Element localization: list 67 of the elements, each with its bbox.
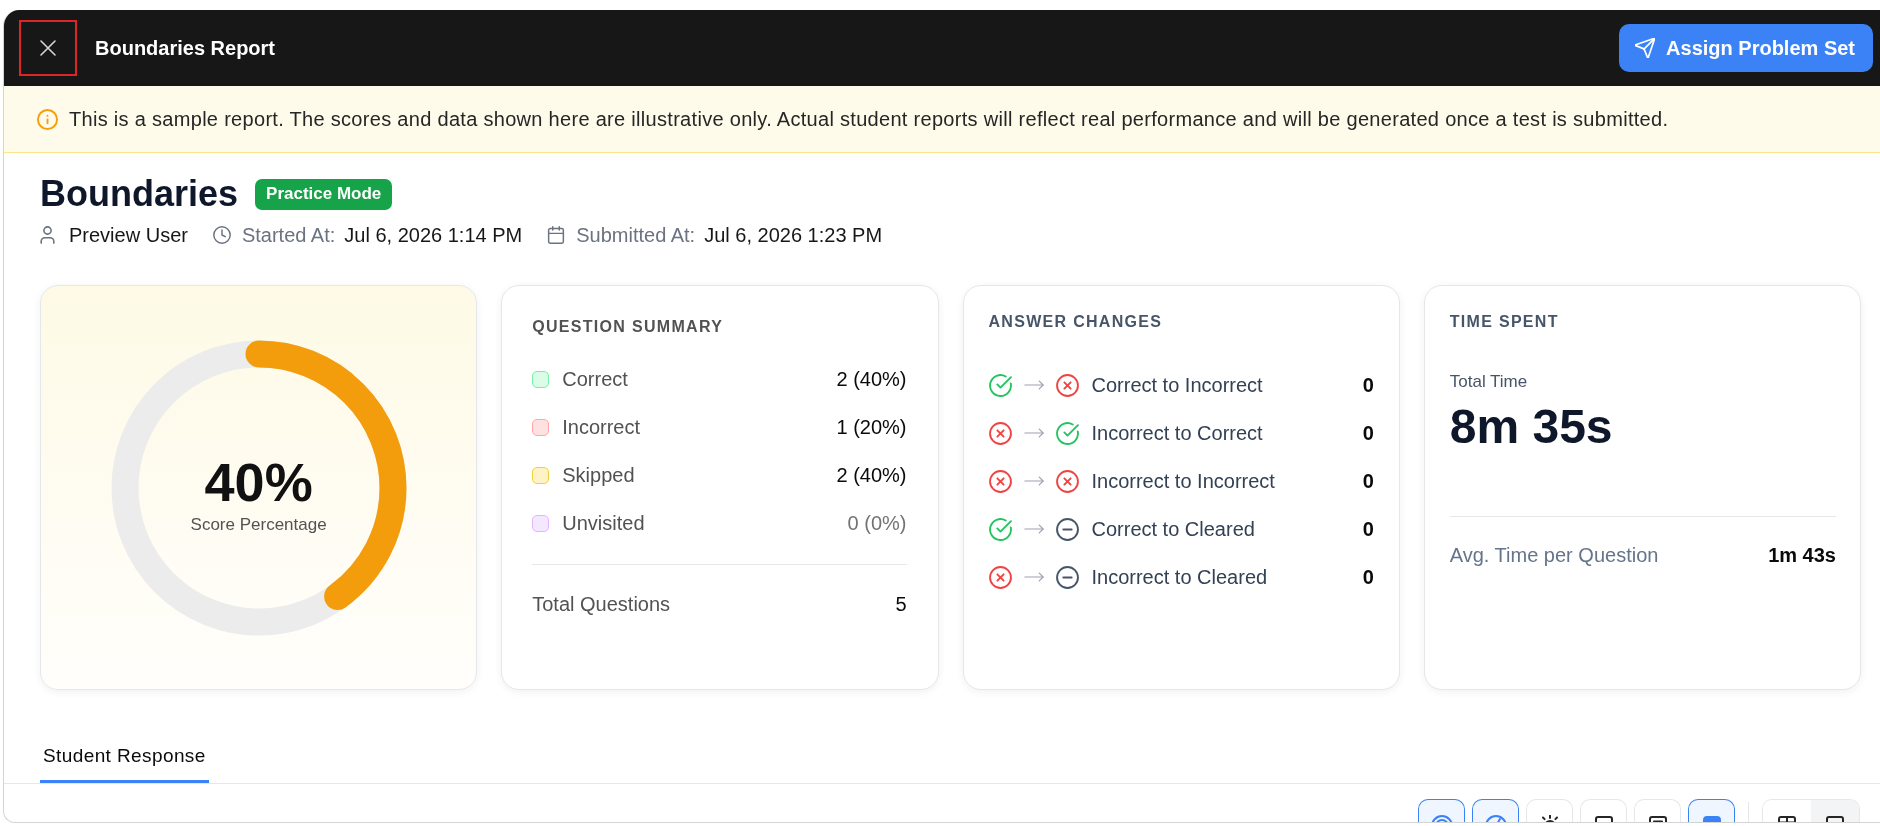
- circle-x-icon: [1055, 373, 1079, 397]
- arrow-icon: [1022, 523, 1045, 535]
- total-time-value: 8m 35s: [1449, 399, 1613, 455]
- document-icon: [1646, 815, 1669, 822]
- close-icon: [40, 40, 56, 56]
- change-count: 0: [1362, 469, 1374, 494]
- notice-text: This is a sample report. The scores and data shown here are illustrative only. Actual student reports will reflect real performance and will be generated once a test is submitted.: [69, 107, 1669, 132]
- change-label: Correct to Cleared: [1091, 517, 1255, 542]
- user-icon: [40, 226, 55, 244]
- change-label: Incorrect to Correct: [1091, 421, 1263, 446]
- summary-label: Correct: [562, 367, 628, 392]
- report-heading: Boundaries: [40, 172, 239, 216]
- change-label: Incorrect to Incorrect: [1091, 469, 1275, 494]
- change-count: 0: [1362, 517, 1374, 542]
- summary-label: Incorrect: [562, 415, 641, 440]
- summary-value: 0 (0%): [847, 511, 907, 536]
- summary-value: 2 (40%): [836, 463, 907, 488]
- circle-x-icon: [988, 565, 1012, 589]
- score-caption: Score Percentage: [190, 513, 327, 536]
- change-label: Correct to Incorrect: [1091, 373, 1263, 398]
- score-value: 40%: [204, 453, 313, 510]
- close-button[interactable]: [19, 20, 77, 76]
- view-option-button[interactable]: [1811, 800, 1859, 822]
- mode-badge: Practice Mode: [255, 178, 393, 210]
- summary-label: Skipped: [562, 463, 635, 488]
- total-label: Total Questions: [532, 592, 671, 617]
- time-value: 1m 43s: [1768, 543, 1836, 568]
- send-icon: [1635, 38, 1656, 58]
- summary-value: 2 (40%): [836, 367, 907, 392]
- circle-minus-icon: [1055, 517, 1079, 541]
- circle-x-icon: [988, 469, 1012, 493]
- target-icon: [1430, 815, 1453, 822]
- circle-check-icon: [1055, 421, 1079, 445]
- layout-icon: [1776, 815, 1798, 822]
- circle-check-icon: [988, 517, 1012, 541]
- total-time-label: Total Time: [1449, 371, 1528, 393]
- circle-x-icon: [1055, 469, 1079, 493]
- arrow-icon: [1022, 475, 1045, 487]
- tab[interactable]: Student Response: [40, 736, 209, 783]
- arrow-icon: [1022, 379, 1045, 391]
- meta-value: Jul 6, 2026 1:23 PM: [704, 223, 883, 247]
- meta-value: Preview User: [69, 223, 188, 247]
- change-count: 0: [1362, 373, 1374, 398]
- gauge-icon: [1484, 815, 1507, 822]
- calendar-icon: [547, 226, 566, 244]
- card-heading: ANSWER CHANGES: [988, 312, 1163, 332]
- time-label: Avg. Time per Question: [1449, 543, 1659, 568]
- card-heading: TIME SPENT: [1449, 312, 1559, 332]
- summary-label: Unvisited: [562, 511, 645, 536]
- circle-x-icon: [988, 421, 1012, 445]
- arrow-icon: [1022, 571, 1045, 583]
- circle-minus-icon: [1055, 565, 1079, 589]
- card-heading: QUESTION SUMMARY: [532, 317, 724, 337]
- circle-check-icon: [988, 373, 1012, 397]
- change-label: Incorrect to Cleared: [1091, 565, 1268, 590]
- meta-label: Submitted At:: [576, 223, 696, 247]
- assign-problem-set-button[interactable]: Assign Problem Set: [1619, 24, 1873, 72]
- total-value: 5: [895, 592, 907, 617]
- clock-icon: [212, 226, 231, 244]
- report-title: Boundaries Report: [95, 36, 276, 61]
- summary-value: 1 (20%): [836, 415, 907, 440]
- arrow-icon: [1022, 427, 1045, 439]
- meta-label: Started At:: [241, 223, 336, 247]
- change-count: 0: [1362, 421, 1374, 446]
- info-icon: [37, 108, 58, 130]
- change-count: 0: [1362, 565, 1374, 590]
- meta-value: Jul 6, 2026 1:14 PM: [344, 223, 523, 247]
